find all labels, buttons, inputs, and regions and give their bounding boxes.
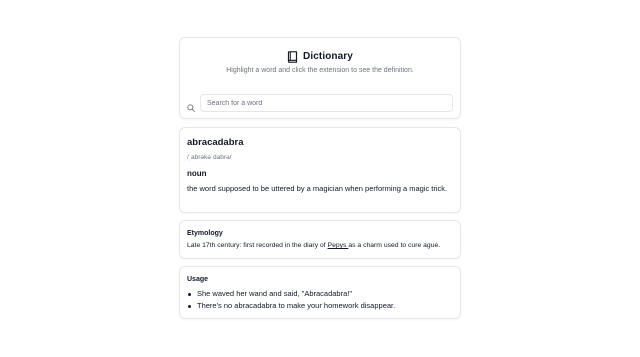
header-card: Dictionary Highlight a word and click th… <box>179 37 461 119</box>
etymology-title: Etymology <box>187 230 223 237</box>
book-icon <box>287 50 298 63</box>
search-icon <box>187 99 195 112</box>
etymology-text-before: Late 17th century: first recorded in the… <box>187 242 328 249</box>
usage-example: She waved her wand and said, "Abracadabr… <box>187 288 453 300</box>
search-bar <box>187 94 453 112</box>
page-subtitle: Highlight a word and click the extension… <box>226 67 414 74</box>
usage-list: She waved her wand and said, "Abracadabr… <box>187 288 453 312</box>
part-of-speech: noun <box>187 169 207 178</box>
entry-word: abracadabra <box>187 137 244 148</box>
title-row: Dictionary <box>180 50 460 63</box>
usage-example: There's no abracadabra to make your home… <box>187 300 453 312</box>
usage-title: Usage <box>187 276 209 283</box>
dictionary-panel: Dictionary Highlight a word and click th… <box>179 37 461 319</box>
definition-card: abracadabra /ˌabrəkəˈdabrə/ noun the wor… <box>179 127 461 213</box>
etymology-text-after: as a charm used to cure ague. <box>348 242 441 249</box>
definition-text: the word supposed to be uttered by a mag… <box>187 184 448 193</box>
etymology-text: Late 17th century: first recorded in the… <box>187 242 453 249</box>
page-title: Dictionary <box>303 50 353 62</box>
usage-card: Usage She waved her wand and said, "Abra… <box>179 266 461 319</box>
etymology-link[interactable]: Pepys <box>328 242 349 249</box>
etymology-card: Etymology Late 17th century: first recor… <box>179 220 461 259</box>
search-input[interactable] <box>200 94 453 112</box>
entry-phonetic: /ˌabrəkəˈdabrə/ <box>187 154 232 161</box>
